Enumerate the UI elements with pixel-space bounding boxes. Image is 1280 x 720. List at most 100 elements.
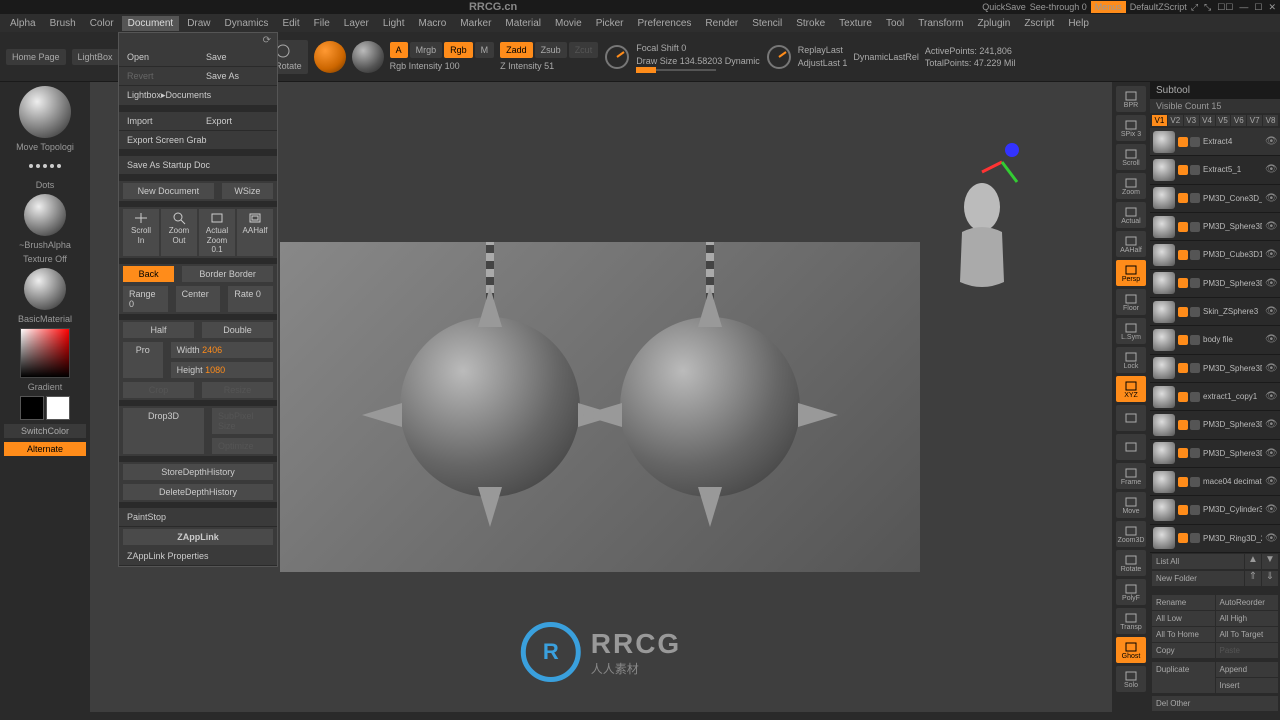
draw-size-track[interactable] — [636, 69, 716, 71]
doc-revert[interactable]: Revert — [119, 67, 198, 86]
rtool-zoom3d[interactable]: Zoom3D — [1116, 521, 1146, 547]
alltotarget-button[interactable]: All To Target — [1216, 627, 1279, 642]
menu-document[interactable]: Document — [122, 16, 180, 31]
eye-icon[interactable]: 👁 — [1265, 533, 1277, 544]
swatch-secondary[interactable] — [46, 396, 70, 420]
subtool-item[interactable]: Extract4👁 — [1150, 128, 1280, 156]
eye-icon[interactable]: 👁 — [1265, 221, 1277, 232]
menu-layer[interactable]: Layer — [338, 16, 375, 31]
rtool-polyf[interactable]: PolyF — [1116, 579, 1146, 605]
rtool-move[interactable]: Move — [1116, 492, 1146, 518]
subtool-item[interactable]: mace04 decimated👁 — [1150, 468, 1280, 496]
vbtn-v6[interactable]: V6 — [1231, 115, 1246, 126]
subtool-toggles[interactable] — [1178, 278, 1200, 288]
doc-storedepth[interactable]: StoreDepthHistory — [123, 464, 273, 480]
allhigh-button[interactable]: All High — [1216, 611, 1279, 626]
rtool-ghost[interactable]: Ghost — [1116, 637, 1146, 663]
maximize-icon[interactable]: ☐ — [1254, 2, 1262, 13]
doc-save-startup[interactable]: Save As Startup Doc — [119, 156, 277, 175]
doc-saveas[interactable]: Save As — [198, 67, 277, 86]
menu-help[interactable]: Help — [1062, 16, 1095, 31]
material-preview-icon[interactable] — [314, 41, 346, 73]
doc-paintstop[interactable]: PaintStop — [119, 508, 277, 527]
eye-icon[interactable]: 👁 — [1265, 391, 1277, 402]
subtool-toggles[interactable] — [1178, 250, 1200, 260]
subtool-item[interactable]: PM3D_Ring3D_2👁 — [1150, 525, 1280, 553]
menu-render[interactable]: Render — [699, 16, 744, 31]
menu-tool[interactable]: Tool — [880, 16, 910, 31]
rtool-zoom[interactable]: Zoom — [1116, 173, 1146, 199]
menu-brush[interactable]: Brush — [44, 16, 82, 31]
listall-button[interactable]: List All — [1152, 554, 1244, 569]
icon-expand[interactable]: ⤢ — [1191, 2, 1198, 13]
copy-button[interactable]: Copy — [1152, 643, 1215, 658]
doc-optimize[interactable]: Optimize — [212, 438, 273, 454]
rtool-solo[interactable]: Solo — [1116, 666, 1146, 692]
camera-head-icon[interactable] — [932, 172, 1032, 292]
eye-icon[interactable]: 👁 — [1265, 306, 1277, 317]
doc-center[interactable]: Center — [176, 286, 221, 312]
minimize-icon[interactable]: — — [1239, 2, 1248, 13]
doc-subpixel[interactable]: SubPixel Size — [212, 408, 273, 434]
menu-light[interactable]: Light — [377, 16, 411, 31]
subtool-toggles[interactable] — [1178, 533, 1200, 543]
paste-button[interactable]: Paste — [1216, 643, 1279, 658]
rtool-rotate[interactable]: Rotate — [1116, 550, 1146, 576]
focal-dial-icon[interactable] — [604, 44, 630, 70]
eye-icon[interactable]: 👁 — [1265, 278, 1277, 289]
rtool-aahalf[interactable]: AAHalf — [1116, 231, 1146, 257]
lightbox-button[interactable]: LightBox — [72, 49, 119, 65]
alllow-button[interactable]: All Low — [1152, 611, 1215, 626]
doc-export[interactable]: Export — [198, 112, 277, 131]
subtool-item[interactable]: body file👁 — [1150, 326, 1280, 354]
subtool-item[interactable]: PM3D_Sphere3D1_2👁 — [1150, 355, 1280, 383]
eye-icon[interactable]: 👁 — [1265, 164, 1277, 175]
alternate-button[interactable]: Alternate — [4, 442, 86, 456]
insert-button[interactable]: Insert — [1216, 678, 1279, 693]
doc-wsize[interactable]: WSize — [222, 183, 273, 199]
eye-icon[interactable]: 👁 — [1265, 334, 1277, 345]
doc-double[interactable]: Double — [202, 322, 273, 338]
menu-stencil[interactable]: Stencil — [746, 16, 788, 31]
pin-icon[interactable]: ⟳ — [263, 35, 271, 46]
menu-picker[interactable]: Picker — [590, 16, 630, 31]
color-picker[interactable] — [20, 328, 70, 378]
eye-icon[interactable]: 👁 — [1265, 363, 1277, 374]
subtool-item[interactable]: Extract5_1👁 — [1150, 156, 1280, 184]
menu-alpha[interactable]: Alpha — [4, 16, 42, 31]
subtool-item[interactable]: PM3D_Sphere3D2👁 — [1150, 440, 1280, 468]
menu-preferences[interactable]: Preferences — [631, 16, 697, 31]
alpha-preview[interactable] — [24, 194, 66, 236]
rename-button[interactable]: Rename — [1152, 595, 1215, 610]
menu-dynamics[interactable]: Dynamics — [219, 16, 275, 31]
replaylast-button[interactable]: ReplayLast — [798, 45, 848, 55]
z-intensity-slider[interactable]: Z Intensity 51 — [500, 61, 598, 71]
texture-preview[interactable] — [24, 268, 66, 310]
swatch-primary[interactable] — [20, 396, 44, 420]
subtool-item[interactable]: PM3D_Sphere3D1_3👁 — [1150, 270, 1280, 298]
rtool-blank[interactable] — [1116, 434, 1146, 460]
subtool-toggles[interactable] — [1178, 165, 1200, 175]
rtool-floor[interactable]: Floor — [1116, 289, 1146, 315]
menu-stroke[interactable]: Stroke — [790, 16, 831, 31]
doc-lightbox-docs[interactable]: Lightbox▸Documents — [119, 86, 277, 106]
replay-dial-icon[interactable] — [766, 44, 792, 70]
doc-actual[interactable]: ActualZoom 0.1 — [199, 209, 235, 256]
doc-back[interactable]: Back — [123, 266, 174, 282]
doc-zapplinkprops[interactable]: ZAppLink Properties — [119, 547, 277, 566]
doc-border[interactable]: Border Border — [182, 266, 273, 282]
zcut-button[interactable]: Zcut — [569, 42, 599, 58]
rtool-scroll[interactable]: Scroll — [1116, 144, 1146, 170]
rtool-transp[interactable]: Transp — [1116, 608, 1146, 634]
doc-pro[interactable]: Pro — [123, 342, 163, 378]
eye-icon[interactable]: 👁 — [1265, 419, 1277, 430]
menu-edit[interactable]: Edit — [276, 16, 305, 31]
home-page-button[interactable]: Home Page — [6, 49, 66, 65]
rtool-lock[interactable]: Lock — [1116, 347, 1146, 373]
subtool-toggles[interactable] — [1178, 335, 1200, 345]
adjustlast-button[interactable]: AdjustLast 1 — [798, 58, 848, 68]
subtool-toggles[interactable] — [1178, 477, 1200, 487]
doc-range[interactable]: Range 0 — [123, 286, 168, 312]
subtool-toggles[interactable] — [1178, 363, 1200, 373]
vbtn-v3[interactable]: V3 — [1184, 115, 1199, 126]
